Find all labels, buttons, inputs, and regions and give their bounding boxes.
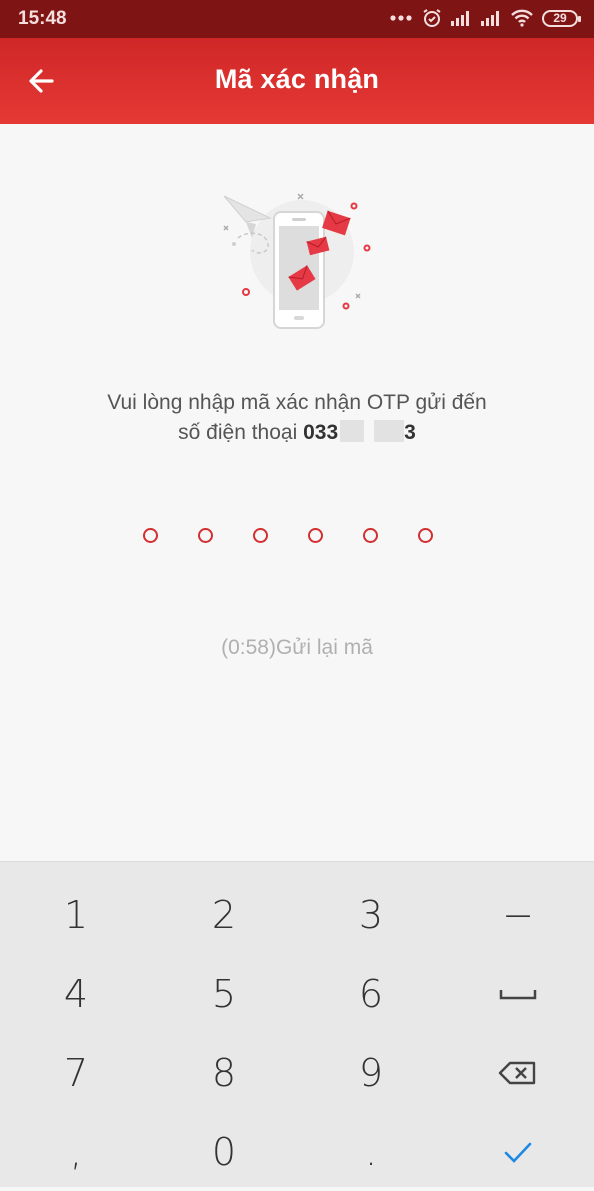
app-bar: Mã xác nhận bbox=[0, 38, 594, 124]
phone-number-end: 3 bbox=[404, 421, 416, 444]
key-9[interactable]: 9 bbox=[297, 1034, 445, 1112]
key-7[interactable]: 7 bbox=[2, 1034, 150, 1112]
phone-label: số điện thoại bbox=[178, 421, 298, 444]
key-space[interactable] bbox=[444, 955, 592, 1033]
key-5[interactable]: 5 bbox=[150, 955, 298, 1033]
wifi-icon bbox=[510, 9, 534, 27]
phone-number-start: 033 bbox=[303, 421, 339, 444]
key-comma[interactable]: , bbox=[2, 1113, 150, 1191]
signal-icon-2 bbox=[480, 10, 502, 26]
key-6[interactable]: 6 bbox=[297, 955, 445, 1033]
numeric-keyboard: 1 2 3 − 4 5 6 7 8 9 , 0 . bbox=[0, 861, 594, 1187]
instruction-line-1: Vui lòng nhập mã xác nhận OTP gửi đến bbox=[107, 391, 487, 414]
otp-input[interactable] bbox=[143, 528, 433, 543]
otp-digit-1[interactable] bbox=[143, 528, 158, 543]
otp-digit-2[interactable] bbox=[198, 528, 213, 543]
otp-illustration-icon bbox=[212, 182, 382, 332]
key-done[interactable] bbox=[444, 1113, 592, 1191]
key-4[interactable]: 4 bbox=[2, 955, 150, 1033]
key-dot[interactable]: . bbox=[297, 1113, 445, 1191]
instruction-line-2: số điện thoại 033 3 bbox=[40, 418, 554, 448]
battery-icon: 29 bbox=[542, 9, 581, 27]
key-0[interactable]: 0 bbox=[150, 1113, 298, 1191]
backspace-icon bbox=[498, 1061, 536, 1085]
phone-mask-2 bbox=[374, 420, 405, 442]
signal-icon-1 bbox=[450, 10, 472, 26]
key-2[interactable]: 2 bbox=[150, 876, 298, 954]
key-3[interactable]: 3 bbox=[297, 876, 445, 954]
key-backspace[interactable] bbox=[444, 1034, 592, 1112]
phone-mask-1 bbox=[340, 420, 365, 442]
otp-digit-6[interactable] bbox=[418, 528, 433, 543]
otp-instruction: Vui lòng nhập mã xác nhận OTP gửi đến số… bbox=[40, 388, 554, 448]
status-icons: 29 bbox=[390, 6, 581, 30]
key-minus[interactable]: − bbox=[444, 876, 592, 954]
more-notifications-icon bbox=[390, 14, 414, 22]
status-time: 15:48 bbox=[18, 8, 67, 29]
otp-digit-4[interactable] bbox=[308, 528, 323, 543]
otp-digit-5[interactable] bbox=[363, 528, 378, 543]
key-1[interactable]: 1 bbox=[2, 876, 150, 954]
resend-code-button[interactable]: (0:58)Gửi lại mã bbox=[0, 636, 594, 660]
space-icon bbox=[499, 990, 537, 1000]
key-8[interactable]: 8 bbox=[150, 1034, 298, 1112]
page-title: Mã xác nhận bbox=[214, 64, 380, 94]
check-icon bbox=[504, 1142, 532, 1163]
otp-digit-3[interactable] bbox=[253, 528, 268, 543]
status-bar: 15:48 29 bbox=[0, 0, 594, 38]
alarm-icon bbox=[422, 8, 442, 28]
